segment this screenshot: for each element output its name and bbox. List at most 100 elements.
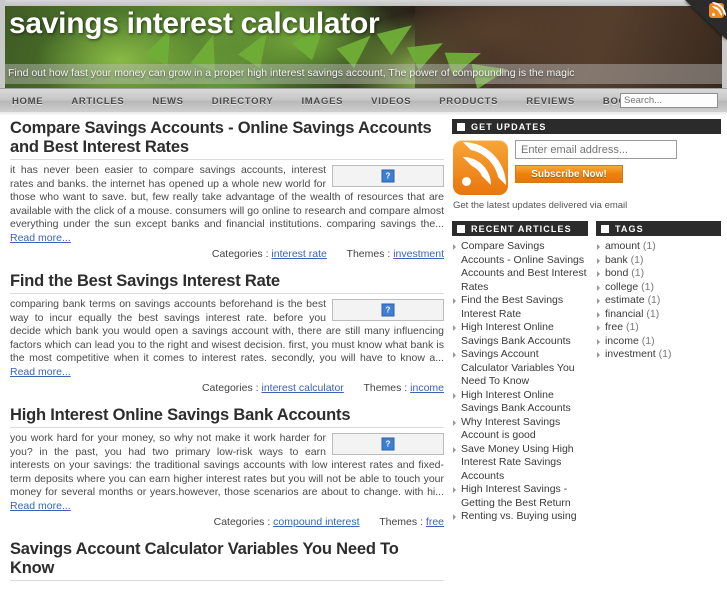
nav-item-reviews[interactable]: REVIEWS xyxy=(526,96,591,107)
categories-label: Categories : xyxy=(211,248,269,260)
tag-count: (1) xyxy=(641,334,655,347)
themes-label: Themes : xyxy=(379,516,423,528)
tag-count: (1) xyxy=(625,321,639,333)
article-entry: High Interest Online Savings Bank Accoun… xyxy=(10,406,444,528)
nav-item-videos[interactable]: VIDEOS xyxy=(371,96,427,107)
list-item[interactable]: High Interest Savings - Getting the Best… xyxy=(452,483,588,510)
broken-image-icon: ? xyxy=(381,437,395,451)
list-item[interactable]: investment (1) xyxy=(596,348,721,362)
widget-header-recent-articles: RECENT ARTICLES xyxy=(452,221,588,236)
article-thumbnail-placeholder[interactable]: ? xyxy=(332,165,444,187)
tag-count: (1) xyxy=(631,267,645,279)
subscribe-button[interactable]: Subscribe Now! xyxy=(515,165,623,183)
list-item[interactable]: income (1) xyxy=(596,335,721,349)
bullet-square-icon xyxy=(457,224,465,233)
rss-icon[interactable] xyxy=(709,1,726,18)
email-field[interactable] xyxy=(515,140,677,159)
tag-count: (1) xyxy=(641,280,654,293)
widget-get-updates: GET UPDATES Subscribe Now! Get the lates… xyxy=(452,119,721,211)
list-item[interactable]: Renting vs. Buying using xyxy=(452,510,588,524)
article-thumbnail-placeholder[interactable]: ? xyxy=(332,299,444,321)
sidebar-columns: RECENT ARTICLES Compare Savings Accounts… xyxy=(452,221,721,524)
article-meta: Categories : compound interest Themes : … xyxy=(10,516,444,528)
broken-image-icon: ? xyxy=(381,169,395,183)
list-item[interactable]: Find the Best Savings Interest Rate xyxy=(452,294,588,321)
article-body: ? it has never been easier to compare sa… xyxy=(10,164,444,245)
nav-item-list: HOME ARTICLES NEWS DIRECTORY IMAGES VIDE… xyxy=(12,89,669,114)
themes-label: Themes : xyxy=(363,382,408,394)
main-navigation: HOME ARTICLES NEWS DIRECTORY IMAGES VIDE… xyxy=(0,88,727,115)
list-item[interactable]: Why Interest Savings Account is good xyxy=(452,416,588,443)
list-item[interactable]: Savings Account Calculator Variables You… xyxy=(452,348,588,389)
body-area: Compare Savings Accounts - Online Saving… xyxy=(0,113,727,593)
widget-title: RECENT ARTICLES xyxy=(471,223,572,234)
article-entry: Compare Savings Accounts - Online Saving… xyxy=(10,119,444,260)
list-item[interactable]: free (1) xyxy=(596,321,721,335)
nav-item-home[interactable]: HOME xyxy=(12,96,59,107)
get-updates-body: Subscribe Now! xyxy=(452,134,721,195)
category-link[interactable]: interest rate xyxy=(271,248,326,260)
widget-title: GET UPDATES xyxy=(471,121,547,132)
read-more-link[interactable]: Read more... xyxy=(10,366,71,378)
widget-recent-articles: RECENT ARTICLES Compare Savings Accounts… xyxy=(452,221,588,524)
search-box xyxy=(620,93,718,108)
frame-top xyxy=(0,0,727,6)
category-link[interactable]: compound interest xyxy=(273,516,359,528)
list-item[interactable]: financial (1) xyxy=(596,308,721,322)
theme-link[interactable]: free xyxy=(426,516,444,528)
category-link[interactable]: interest calculator xyxy=(262,382,344,394)
nav-item-articles[interactable]: ARTICLES xyxy=(71,96,140,107)
broken-image-icon: ? xyxy=(381,303,395,317)
list-item[interactable]: High Interest Online Savings Bank Accoun… xyxy=(452,321,588,348)
tag-count: (1) xyxy=(646,307,660,320)
article-title[interactable]: Savings Account Calculator Variables You… xyxy=(10,540,444,581)
nav-item-news[interactable]: NEWS xyxy=(152,96,199,107)
article-title[interactable]: Find the Best Savings Interest Rate xyxy=(10,272,444,294)
article-entry: Savings Account Calculator Variables You… xyxy=(10,540,444,581)
list-item[interactable]: Save Money Using High Interest Rate Savi… xyxy=(452,443,588,484)
list-item[interactable]: amount (1) xyxy=(596,240,721,254)
search-input[interactable] xyxy=(620,93,718,108)
article-meta: Categories : interest calculator Themes … xyxy=(10,382,444,394)
subscribe-form: Subscribe Now! xyxy=(515,140,677,195)
recent-articles-list: Compare Savings Accounts - Online Saving… xyxy=(452,240,588,524)
read-more-link[interactable]: Read more... xyxy=(10,232,71,244)
rss-arc-outer xyxy=(711,1,726,16)
list-item[interactable]: Compare Savings Accounts - Online Saving… xyxy=(452,240,588,294)
categories-label: Categories : xyxy=(213,516,271,528)
nav-item-directory[interactable]: DIRECTORY xyxy=(212,96,290,107)
list-item[interactable]: High Interest Online Savings Bank Accoun… xyxy=(452,389,588,416)
list-item[interactable]: bond (1) xyxy=(596,267,721,281)
nav-item-products[interactable]: PRODUCTS xyxy=(439,96,514,107)
article-entry: Find the Best Savings Interest Rate ? co… xyxy=(10,272,444,394)
article-thumbnail-placeholder[interactable]: ? xyxy=(332,433,444,455)
rss-arc-outer xyxy=(463,142,506,185)
tag-label: bond xyxy=(604,267,629,279)
theme-link[interactable]: investment xyxy=(393,248,444,260)
read-more-link[interactable]: Read more... xyxy=(10,500,71,512)
sidebar: GET UPDATES Subscribe Now! Get the lates… xyxy=(452,119,727,593)
list-item[interactable]: college (1) xyxy=(596,281,721,295)
article-title[interactable]: Compare Savings Accounts - Online Saving… xyxy=(10,119,444,160)
site-tagline: Find out how fast your money can grow in… xyxy=(8,67,575,79)
rss-corner-ribbon[interactable] xyxy=(681,0,727,42)
nav-item-images[interactable]: IMAGES xyxy=(301,96,359,107)
tag-label: bank xyxy=(604,253,628,266)
tag-label: estimate xyxy=(604,294,645,306)
rss-icon[interactable] xyxy=(453,140,508,195)
site-banner: savings interest calculator Find out how… xyxy=(0,0,727,88)
list-item[interactable]: bank (1) xyxy=(596,254,721,268)
frame-left xyxy=(0,0,5,88)
theme-link[interactable]: income xyxy=(410,382,444,394)
tag-count: (1) xyxy=(642,240,656,252)
bullet-square-icon xyxy=(457,122,465,131)
article-title[interactable]: High Interest Online Savings Bank Accoun… xyxy=(10,406,444,428)
tag-count: (1) xyxy=(658,348,672,360)
tag-label: college xyxy=(604,280,639,293)
categories-label: Categories : xyxy=(201,382,259,394)
widget-tags: TAGS amount (1) bank (1) bond (1) colleg… xyxy=(595,221,721,524)
tag-label: amount xyxy=(604,240,640,252)
bullet-square-icon xyxy=(600,224,609,233)
widget-title: TAGS xyxy=(614,223,644,234)
list-item[interactable]: estimate (1) xyxy=(596,294,721,308)
